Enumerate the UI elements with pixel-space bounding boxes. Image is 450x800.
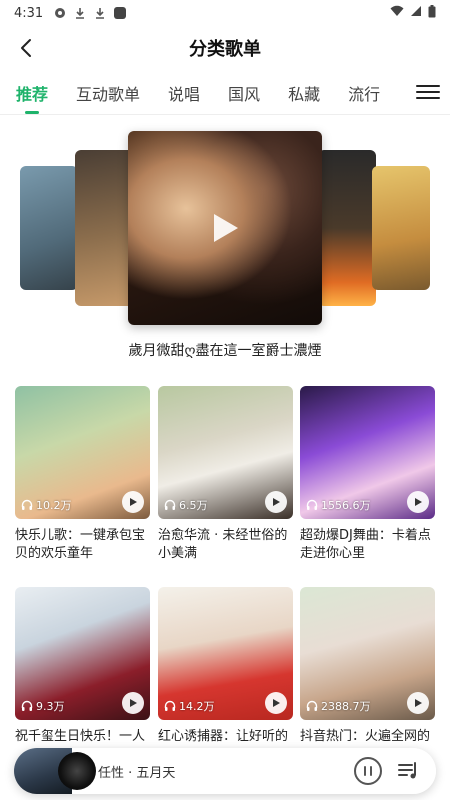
signal-icon [410, 5, 422, 21]
back-arrow-icon [21, 39, 31, 57]
play-button[interactable] [407, 491, 429, 513]
back-button[interactable] [12, 34, 40, 62]
play-icon [415, 498, 422, 506]
status-time: 4:31 [14, 5, 44, 21]
app-notification-icon [113, 6, 127, 20]
page-title: 分类歌单 [189, 39, 261, 60]
playlist-card[interactable]: 14.2万 红心诱捕器：让好听的 [158, 587, 293, 764]
playlist-title[interactable]: 超劲爆DJ舞曲：卡着点走进你心里 [300, 527, 435, 563]
play-count: 2388.7万 [306, 698, 371, 714]
vinyl-disc-icon [58, 752, 96, 790]
play-button[interactable] [122, 491, 144, 513]
play-count-value: 14.2万 [179, 700, 215, 713]
play-count-value: 2388.7万 [321, 700, 371, 713]
location-icon [53, 6, 67, 20]
play-icon [273, 498, 280, 506]
menu-icon[interactable] [416, 80, 440, 104]
playlist-cover[interactable]: 10.2万 [15, 386, 150, 519]
play-icon [130, 498, 137, 506]
headphones-icon [21, 499, 33, 510]
playlist-card[interactable]: 1556.6万 超劲爆DJ舞曲：卡着点走进你心里 [300, 386, 435, 563]
headphones-icon [164, 700, 176, 711]
playlist-card[interactable]: 10.2万 快乐儿歌：一键承包宝贝的欢乐童年 [15, 386, 150, 563]
headphones-icon [164, 499, 176, 510]
tab-rap[interactable]: 说唱 [168, 81, 200, 105]
play-icon [415, 699, 422, 707]
carousel-card-far-left[interactable] [20, 166, 78, 290]
play-count: 14.2万 [164, 698, 215, 714]
playlist-card[interactable]: 6.5万 治愈华流 · 未经世俗的小美满 [158, 386, 293, 563]
carousel-card-right[interactable] [318, 150, 376, 306]
tabs-divider [0, 114, 450, 115]
pause-button[interactable] [354, 757, 382, 785]
play-count: 1556.6万 [306, 497, 371, 513]
play-count-value: 9.3万 [36, 700, 65, 713]
download-icon [93, 6, 107, 20]
play-count: 10.2万 [21, 497, 72, 513]
wifi-icon [390, 5, 404, 21]
carousel-caption: 歲月微甜ღ盡在這一室爵士濃煙 [128, 343, 322, 359]
play-button[interactable] [122, 692, 144, 714]
playlist-cover[interactable]: 14.2万 [158, 587, 293, 720]
play-button[interactable] [407, 692, 429, 714]
tab-chinese-style[interactable]: 国风 [228, 81, 260, 105]
status-right [390, 4, 436, 22]
headphones-icon [306, 700, 318, 711]
headphones-icon [21, 700, 33, 711]
status-bar: 4:31 [0, 0, 450, 26]
pause-icon [364, 766, 366, 776]
battery-icon [428, 4, 436, 22]
carousel-card-center[interactable] [128, 131, 322, 325]
playlist-card[interactable]: 2388.7万 抖音热门：火遍全网的 [300, 587, 435, 764]
download-icon [73, 6, 87, 20]
tab-private-collection[interactable]: 私藏 [288, 81, 320, 105]
tab-recommended[interactable]: 推荐 [16, 81, 48, 105]
playlist-cover[interactable]: 6.5万 [158, 386, 293, 519]
playlist-cover[interactable]: 9.3万 [15, 587, 150, 720]
play-count-value: 10.2万 [36, 499, 72, 512]
playlist-cover[interactable]: 1556.6万 [300, 386, 435, 519]
playlist-cover[interactable]: 2388.7万 [300, 587, 435, 720]
featured-carousel: 歲月微甜ღ盡在這一室爵士濃煙 [0, 118, 450, 368]
tab-pop[interactable]: 流行 [348, 81, 380, 105]
play-count-value: 1556.6万 [321, 499, 371, 512]
carousel-card-far-right[interactable] [372, 166, 430, 290]
play-icon [130, 699, 137, 707]
tab-interactive-playlists[interactable]: 互动歌单 [76, 81, 140, 105]
headphones-icon [306, 499, 318, 510]
playlist-title[interactable]: 快乐儿歌：一键承包宝贝的欢乐童年 [15, 527, 150, 563]
playlist-queue-icon[interactable] [396, 759, 420, 783]
play-count: 6.5万 [164, 497, 208, 513]
play-icon [273, 699, 280, 707]
header: 分类歌单 [0, 26, 450, 70]
category-tabs: 推荐 互动歌单 说唱 国风 私藏 流行 [0, 72, 450, 114]
play-icon[interactable] [208, 211, 242, 245]
playlist-card[interactable]: 9.3万 祝千玺生日快乐！一人 [15, 587, 150, 764]
playlist-title[interactable]: 治愈华流 · 未经世俗的小美满 [158, 527, 293, 563]
play-count-value: 6.5万 [179, 499, 208, 512]
play-button[interactable] [265, 491, 287, 513]
mini-player[interactable]: 任性 · 五月天 [14, 748, 436, 794]
play-button[interactable] [265, 692, 287, 714]
carousel-card-left[interactable] [75, 150, 135, 306]
play-count: 9.3万 [21, 698, 65, 714]
now-playing-text[interactable]: 任性 · 五月天 [98, 762, 175, 781]
